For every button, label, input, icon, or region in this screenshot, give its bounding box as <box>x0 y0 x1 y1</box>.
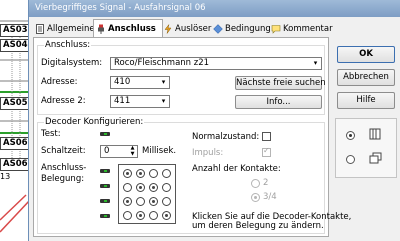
track-label: AS06 <box>0 137 31 150</box>
digitalsystem-select[interactable]: Roco/Fleischmann z21 ▾ <box>110 57 322 70</box>
contact-led-icon <box>100 199 110 203</box>
normalzustand-checkbox[interactable] <box>262 132 271 141</box>
kontakte-option-3-4: 3/4 <box>263 192 277 202</box>
schaltzeit-label: Schaltzeit: <box>41 146 86 156</box>
impuls-checkbox[interactable]: ✓ <box>262 146 271 157</box>
info-button[interactable]: Info... <box>235 95 322 109</box>
contact-dot[interactable] <box>123 169 132 178</box>
tab-label: Auslöser <box>175 24 212 34</box>
kontakte-radio-2[interactable] <box>251 179 260 188</box>
next-free-button[interactable]: Nächste freie suchen <box>235 76 326 90</box>
tab-ausloeser[interactable]: Auslöser <box>161 22 211 37</box>
normalzustand-label: Normalzustand: <box>192 132 260 142</box>
adresse2-label: Adresse 2: <box>41 96 86 106</box>
tab-label: Anschluss <box>108 24 156 34</box>
contact-dot[interactable] <box>162 197 171 206</box>
contact-dot[interactable] <box>162 211 171 220</box>
single-list-icon <box>369 128 381 140</box>
test-led-icon[interactable] <box>100 132 110 136</box>
view-mode-radio-single[interactable] <box>346 131 355 140</box>
adresse-field[interactable]: 410 ▾ <box>110 76 170 89</box>
adresse-label: Adresse: <box>41 77 78 87</box>
contact-dot[interactable] <box>149 183 158 192</box>
adresse2-value: 411 <box>114 96 131 106</box>
tab-label: Allgemeines <box>47 24 100 34</box>
contact-dot[interactable] <box>123 211 132 220</box>
track-label: AS04 <box>0 39 31 52</box>
belegung-label: Anschluss- Belegung: <box>41 163 87 184</box>
kontakte-label: Anzahl der Kontakte: <box>192 164 281 174</box>
kontakte-option-2: 2 <box>263 178 269 188</box>
spinner-arrows-icon[interactable]: ▲ ▼ <box>128 146 137 157</box>
adresse-value: 410 <box>114 77 131 87</box>
contact-dot[interactable] <box>123 197 132 206</box>
contact-led-icon <box>100 214 110 218</box>
contact-dot[interactable] <box>136 183 145 192</box>
anschluss-group: Anschluss: Digitalsystem: Roco/Fleischma… <box>37 40 326 115</box>
ok-button[interactable]: OK <box>337 46 395 63</box>
help-button[interactable]: Hilfe <box>337 92 395 109</box>
view-mode-box <box>335 118 397 178</box>
decoder-legend: Decoder Konfigurieren: <box>44 117 145 127</box>
anschluss-legend: Anschluss: <box>44 40 92 50</box>
track-number: 13 <box>0 172 11 181</box>
condition-icon <box>213 24 223 34</box>
contact-dot[interactable] <box>136 169 145 178</box>
decoder-group: Decoder Konfigurieren: Test: Schaltzeit:… <box>37 117 351 234</box>
schaltzeit-field[interactable]: 0 ▲ ▼ <box>100 145 138 158</box>
tab-kommentar[interactable]: Kommentar <box>269 22 333 37</box>
contact-dot[interactable] <box>123 183 132 192</box>
chevron-down-icon: ▾ <box>161 78 166 86</box>
dialog-title: Vierbegriffiges Signal - Ausfahrsignal 0… <box>29 0 400 17</box>
contact-dot[interactable] <box>149 211 158 220</box>
tab-anschluss[interactable]: Anschluss <box>93 19 163 38</box>
comment-icon <box>271 25 281 34</box>
contact-dot[interactable] <box>162 183 171 192</box>
decoder-contact-grid[interactable] <box>118 164 176 224</box>
tab-label: Bedingung <box>225 24 271 34</box>
digitalsystem-value: Roco/Fleischmann z21 <box>114 58 210 68</box>
schaltzeit-value: 0 <box>104 146 110 156</box>
track-label: AS05 <box>0 97 31 110</box>
adresse2-field[interactable]: 411 ▾ <box>110 95 170 108</box>
contact-dot[interactable] <box>149 197 158 206</box>
multi-window-icon <box>369 152 382 164</box>
contact-led-icon <box>100 184 110 188</box>
tab-label: Kommentar <box>283 24 333 34</box>
anschluss-panel: Anschluss: Digitalsystem: Roco/Fleischma… <box>33 37 351 237</box>
document-icon <box>36 24 44 34</box>
contact-dot[interactable] <box>149 169 158 178</box>
tab-bedingung[interactable]: Bedingung <box>211 22 271 37</box>
digitalsystem-label: Digitalsystem: <box>41 58 103 68</box>
kontakte-radio-3-4[interactable] <box>251 193 260 202</box>
trigger-icon <box>164 24 172 34</box>
contact-led-icon <box>100 169 110 173</box>
chevron-down-icon: ▾ <box>161 97 166 105</box>
track-label: AS03 <box>0 24 31 37</box>
contact-dot[interactable] <box>136 197 145 206</box>
plug-icon <box>98 24 104 34</box>
contact-dot[interactable] <box>136 211 145 220</box>
track-label: AS06 <box>0 158 31 171</box>
signal-dialog: Vierbegriffiges Signal - Ausfahrsignal 0… <box>28 0 400 241</box>
test-label: Test: <box>41 129 61 139</box>
cancel-button[interactable]: Abbrechen <box>337 69 395 86</box>
decoder-hint: Klicken Sie auf die Decoder-Kontakte, um… <box>192 212 352 231</box>
schaltzeit-unit: Millisek. <box>142 146 177 156</box>
chevron-down-icon: ▾ <box>313 59 318 67</box>
impuls-label: Impuls: <box>192 148 224 158</box>
tab-allgemeines[interactable]: Allgemeines <box>33 22 99 37</box>
view-mode-radio-multi[interactable] <box>346 155 355 164</box>
contact-dot[interactable] <box>162 169 171 178</box>
